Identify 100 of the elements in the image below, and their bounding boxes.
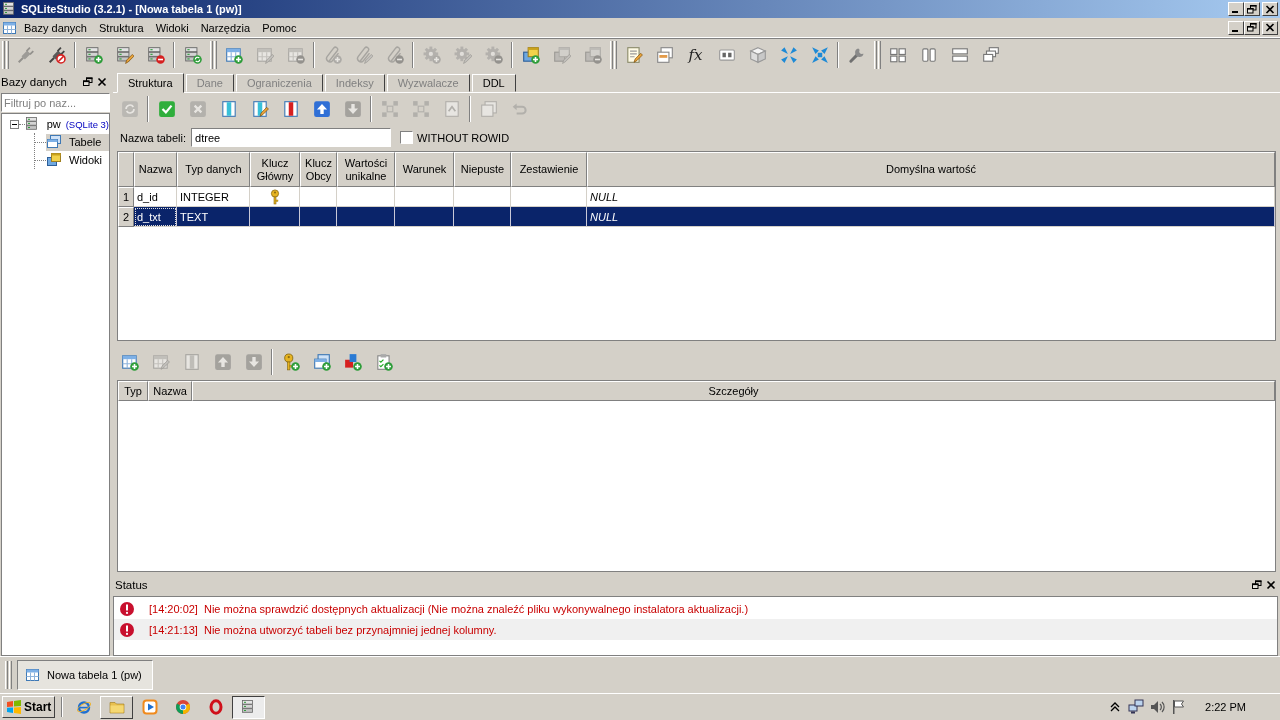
tab[interactable]: DDL [471,74,516,92]
network-icon[interactable] [1128,699,1145,715]
close-button[interactable] [1262,20,1278,35]
filter-field[interactable]: Filtruj po naz... [1,93,110,112]
wrench-icon [847,46,866,64]
tables-plus-icon [312,352,331,371]
table-pencil-icon [151,352,170,371]
paperclip-minus-icon [385,46,404,64]
collapse-icon[interactable] [10,119,19,129]
menu-item[interactable]: Struktura [93,19,150,36]
gear-minus-icon [484,46,503,64]
message-text: Nie można sprawdzić dostępnych aktualizacji (Nie można znaleźć pliku wykonywalnego instalatora aktualizacji.) [203,602,749,615]
restore-icon [1247,23,1257,32]
table-plus-icon [224,46,243,64]
plug-icon [16,46,35,64]
database-minus-icon [146,46,165,64]
column-header: Klucz Obcy [300,152,337,187]
column-header: Nazwa [148,381,192,401]
paperclip-pencil-icon [354,46,373,64]
flag-icon [6,699,22,715]
column-header: Typ [118,381,148,401]
close-icon [1265,4,1275,14]
gear-pencil-icon [453,46,472,64]
table-minus-icon [286,46,305,64]
message-time: [14:21:13] [149,623,198,636]
minimize-icon [1232,11,1238,13]
panel-title: Status [115,579,149,591]
windows-minus-icon [583,46,602,64]
database-pencil-icon [115,46,134,64]
column-header: Klucz Główny [250,152,300,187]
tree-item[interactable]: pw [24,115,64,133]
page-icon [442,100,461,118]
column-header: Domyślna wartość [587,152,1275,187]
paperclip-plus-icon [323,46,342,64]
pages-icon [655,46,674,64]
column-header: Zestawienie [511,152,587,187]
table-row[interactable]: 2 d_txt TEXT NULL [118,207,1275,227]
toolbar-button[interactable]: fx [680,41,711,69]
tree-item[interactable]: Widoki [46,151,109,169]
close-icon[interactable] [1266,580,1276,590]
folder-icon [108,699,125,715]
flag-icon[interactable] [1170,699,1187,715]
minimize-button[interactable] [1228,2,1244,16]
start-button[interactable]: Start [2,696,56,718]
menu-item[interactable]: Pomoc [256,19,303,36]
table-pencil-icon [255,46,274,64]
menu-item[interactable]: Widoki [149,19,195,36]
column-icon [182,352,201,371]
checkbox[interactable] [400,131,414,144]
message-text: Nie można utworzyć tabeli bez przynajmniej jednej kolumny. [203,623,497,636]
error-icon [119,621,135,638]
menu-item[interactable]: Narzędzia [194,19,257,36]
column-header: Wartości unikalne [337,152,395,187]
gear-plus-icon [422,46,441,64]
undock-icon[interactable] [1252,580,1262,590]
checkbox-label: WITHOUT ROWID [417,131,510,144]
row-number: 2 [118,207,134,227]
database-arrows-icon [183,46,202,64]
tree-item[interactable]: Tabele [46,133,109,151]
restore-button[interactable] [1244,2,1260,16]
close-button[interactable] [1262,2,1278,16]
windows-pencil-icon [552,46,571,64]
outward-arrows-icon [810,46,829,64]
table-cell: NULL [587,207,1275,227]
menu-item[interactable]: Bazy danych [18,19,93,36]
table-row[interactable]: 1 d_id INTEGER NULL [118,187,1275,207]
close-icon [1265,23,1275,32]
table-column-marked-icon [281,100,300,118]
window-title: SQLiteStudio (3.2.1) - [Nowa tabela 1 (pw)] [21,3,243,15]
grid-icon [380,100,399,118]
undock-icon[interactable] [83,77,93,87]
play-icon [141,699,158,715]
restore-icon [1247,4,1257,14]
columns-icon [919,46,938,64]
rows-icon [950,46,969,64]
ring-icon [207,699,224,715]
table-icon [2,19,18,36]
minimize-icon [1232,29,1238,32]
table-column-icon [219,100,238,118]
globe-icon [75,699,92,715]
restore-button[interactable] [1244,20,1260,35]
speaker-icon[interactable] [1149,699,1166,715]
inward-arrows-icon [779,46,798,64]
close-icon[interactable] [97,77,107,87]
column-header: Szczegóły [192,381,1275,401]
tables-icon [46,134,62,150]
refresh-icon [120,100,139,118]
checkmark-icon [157,100,176,118]
windows-plus-icon [521,46,540,64]
tab[interactable]: Struktura [117,73,184,93]
taskbar-button[interactable] [232,695,266,719]
row-number: 1 [118,187,134,207]
cascade-icon [981,46,1000,64]
database-plus-icon [84,46,103,64]
minimize-button[interactable] [1228,20,1244,35]
table-name-field[interactable]: dtree [191,128,392,147]
blocks-plus-icon [343,352,362,371]
column-header: Niepuste [454,152,511,187]
window-tab[interactable]: Nowa tabela 1 (pw) [17,660,153,690]
panel-title: Bazy danych [1,76,68,88]
